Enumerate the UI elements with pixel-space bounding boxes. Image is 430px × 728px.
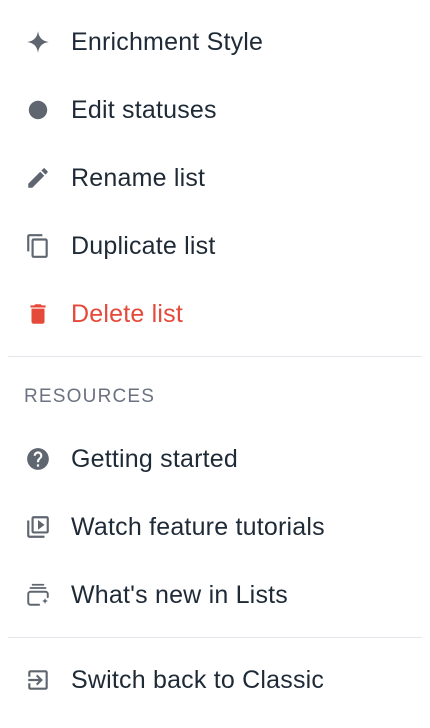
menu-item-label: What's new in Lists [71,580,288,609]
menu-item-label: Watch feature tutorials [71,512,325,541]
menu-item-edit-statuses[interactable]: Edit statuses [0,76,430,144]
sparkle-icon [24,28,52,56]
menu-item-label: Getting started [71,444,238,473]
help-circle-icon [24,445,52,473]
menu-item-delete-list[interactable]: Delete list [0,280,430,348]
menu-item-switch-classic[interactable]: Switch back to Classic [0,646,430,714]
menu-item-getting-started[interactable]: Getting started [0,425,430,493]
divider [8,637,422,638]
menu-item-rename-list[interactable]: Rename list [0,144,430,212]
menu-item-label: Delete list [71,299,183,328]
exit-to-app-icon [24,666,52,694]
menu-item-label: Duplicate list [71,231,216,260]
menu-item-label: Edit statuses [71,95,217,124]
menu-item-whats-new[interactable]: What's new in Lists [0,561,430,629]
trash-icon [24,300,52,328]
pencil-icon [24,164,52,192]
video-library-icon [24,513,52,541]
menu-item-label: Switch back to Classic [71,665,325,694]
copy-icon [24,232,52,260]
menu-item-label: Enrichment Style [71,27,264,56]
menu-item-duplicate-list[interactable]: Duplicate list [0,212,430,280]
circle-dot-icon [24,96,52,124]
menu-item-watch-tutorials[interactable]: Watch feature tutorials [0,493,430,561]
context-menu: Enrichment Style Edit statuses Rename li… [0,0,430,728]
stack-sparkle-icon [24,581,52,609]
menu-item-enrichment-style[interactable]: Enrichment Style [0,8,430,76]
menu-item-label: Rename list [71,163,206,192]
